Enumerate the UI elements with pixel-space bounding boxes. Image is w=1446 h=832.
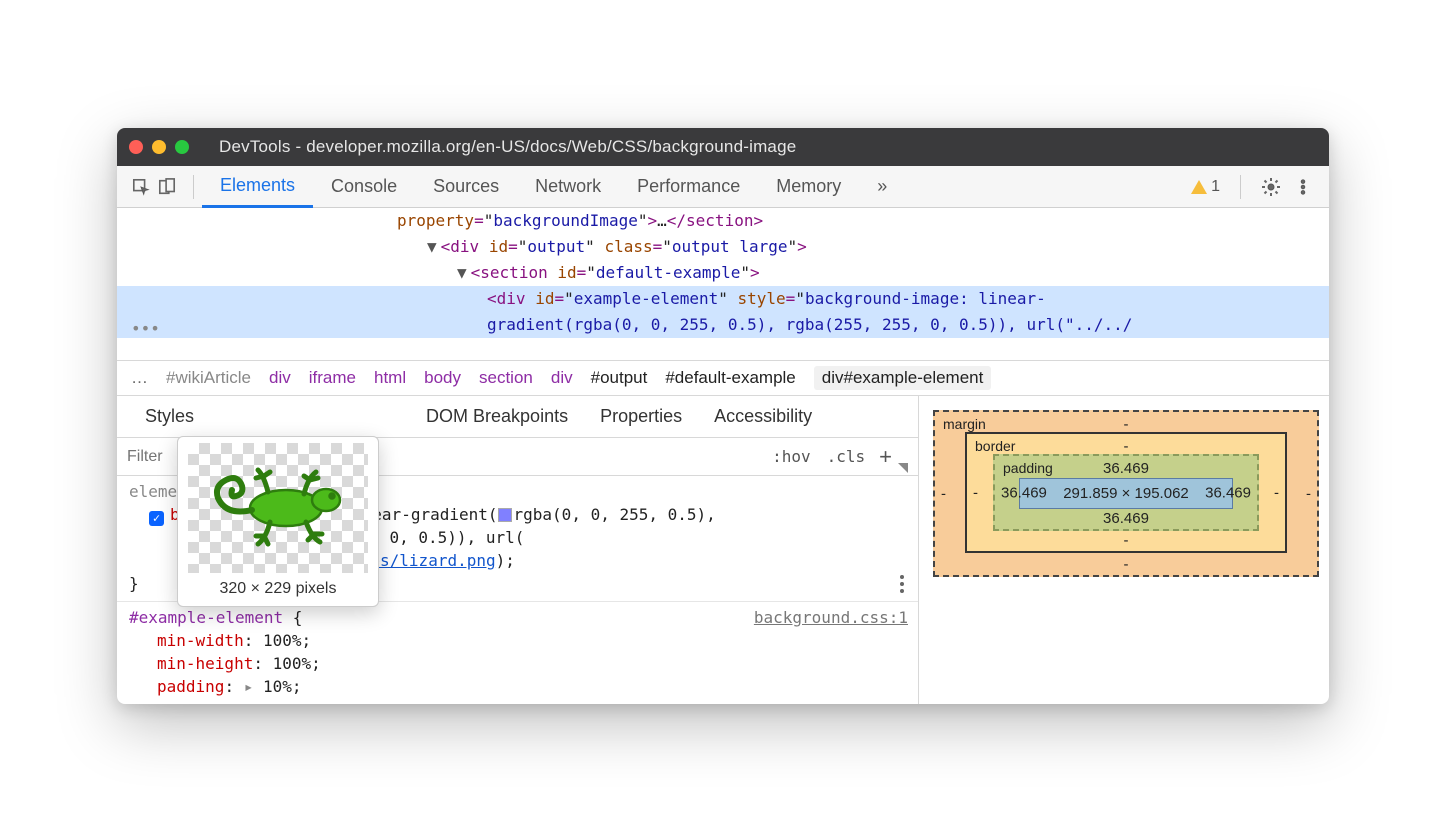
- breadcrumb-item[interactable]: div: [551, 368, 573, 388]
- breadcrumb-item[interactable]: div: [269, 368, 291, 388]
- panel-tabs: Elements Console Sources Network Perform…: [202, 166, 1181, 208]
- property-checkbox[interactable]: [149, 511, 164, 526]
- tab-elements[interactable]: Elements: [202, 166, 313, 208]
- subtab-accessibility[interactable]: Accessibility: [698, 406, 828, 427]
- breadcrumb-item-selected[interactable]: div#example-element: [814, 366, 992, 390]
- breadcrumb-overflow[interactable]: …: [131, 368, 148, 388]
- cls-toggle[interactable]: .cls: [819, 447, 874, 466]
- css-property-name[interactable]: min-width: [157, 631, 244, 650]
- lizard-icon: [208, 458, 348, 558]
- device-toolbar-icon[interactable]: [157, 177, 177, 197]
- warning-count: 1: [1211, 178, 1220, 196]
- styles-rules: 320 × 229 pixels element.style { backgro…: [117, 476, 918, 704]
- box-model[interactable]: margin - - - border - - - padding 36.469: [933, 410, 1319, 577]
- add-rule-button[interactable]: +: [873, 444, 898, 470]
- content-size[interactable]: 291.859 × 195.062: [1019, 478, 1233, 509]
- rule-source-link[interactable]: background.css:1: [754, 606, 908, 629]
- breadcrumb-item[interactable]: #output: [591, 368, 648, 388]
- breadcrumb-item[interactable]: section: [479, 368, 533, 388]
- css-rule-example-element[interactable]: background.css:1 #example-element { min-…: [117, 602, 918, 704]
- subtab-dom-breakpoints[interactable]: DOM Breakpoints: [410, 406, 584, 427]
- window-controls: [129, 140, 189, 154]
- styles-panel: Styles DOM Breakpoints Properties Access…: [117, 396, 1329, 704]
- padding-label: padding: [1003, 460, 1053, 476]
- dom-ellipsis[interactable]: •••: [117, 318, 1329, 340]
- margin-left[interactable]: -: [941, 485, 946, 502]
- css-property-name[interactable]: padding: [157, 677, 224, 696]
- close-window-button[interactable]: [129, 140, 143, 154]
- margin-label: margin: [943, 416, 986, 432]
- preview-thumbnail: [188, 443, 368, 573]
- box-model-panel: margin - - - border - - - padding 36.469: [919, 396, 1329, 704]
- dom-line[interactable]: property="backgroundImage">…</section>: [117, 208, 1329, 234]
- padding-bottom[interactable]: 36.469: [1103, 510, 1149, 527]
- breadcrumb-item[interactable]: body: [424, 368, 461, 388]
- margin-bottom[interactable]: -: [1124, 556, 1129, 573]
- tab-performance[interactable]: Performance: [619, 166, 758, 208]
- dom-line[interactable]: ▼<div id="output" class="output large">: [117, 234, 1329, 260]
- main-toolbar: Elements Console Sources Network Perform…: [117, 166, 1329, 208]
- styles-subtabs: Styles DOM Breakpoints Properties Access…: [117, 396, 918, 438]
- tabs-overflow[interactable]: »: [859, 166, 905, 208]
- border-label: border: [975, 438, 1015, 454]
- padding-right[interactable]: 36.469: [1205, 484, 1251, 501]
- tab-console[interactable]: Console: [313, 166, 415, 208]
- padding-left[interactable]: 36.469: [1001, 484, 1047, 501]
- subtab-properties[interactable]: Properties: [584, 406, 698, 427]
- image-preview-tooltip: 320 × 229 pixels: [177, 436, 379, 607]
- hov-toggle[interactable]: :hov: [764, 447, 819, 466]
- rule-selector: #example-element: [129, 608, 283, 627]
- rule-more-menu[interactable]: [900, 575, 904, 593]
- titlebar: DevTools - developer.mozilla.org/en-US/d…: [117, 128, 1329, 166]
- resize-corner-icon[interactable]: [898, 463, 908, 473]
- tab-network[interactable]: Network: [517, 166, 619, 208]
- warning-icon: [1191, 180, 1207, 194]
- more-menu-icon[interactable]: [1293, 177, 1313, 197]
- breadcrumb-item[interactable]: html: [374, 368, 406, 388]
- border-left[interactable]: -: [973, 484, 978, 501]
- breadcrumb: … #wikiArticle div iframe html body sect…: [117, 360, 1329, 396]
- preview-caption: 320 × 229 pixels: [188, 573, 368, 600]
- margin-right[interactable]: -: [1306, 485, 1311, 502]
- dom-tree[interactable]: property="backgroundImage">…</section> ▼…: [117, 208, 1329, 360]
- tab-sources[interactable]: Sources: [415, 166, 517, 208]
- css-property-name[interactable]: min-height: [157, 654, 253, 673]
- border-bottom[interactable]: -: [1124, 532, 1129, 549]
- padding-top[interactable]: 36.469: [1103, 460, 1149, 477]
- minimize-window-button[interactable]: [152, 140, 166, 154]
- subtab-styles[interactable]: Styles: [129, 406, 210, 427]
- breadcrumb-item[interactable]: #wikiArticle: [166, 368, 251, 388]
- zoom-window-button[interactable]: [175, 140, 189, 154]
- color-swatch[interactable]: [498, 508, 512, 522]
- inspect-element-icon[interactable]: [131, 177, 151, 197]
- dom-line[interactable]: ▼<section id="default-example">: [117, 260, 1329, 286]
- warnings-badge[interactable]: 1: [1191, 178, 1220, 196]
- window-title: DevTools - developer.mozilla.org/en-US/d…: [219, 137, 796, 157]
- margin-top[interactable]: -: [1124, 416, 1129, 433]
- tab-memory[interactable]: Memory: [758, 166, 859, 208]
- devtools-window: DevTools - developer.mozilla.org/en-US/d…: [117, 128, 1329, 704]
- settings-icon[interactable]: [1261, 177, 1281, 197]
- border-top[interactable]: -: [1124, 438, 1129, 455]
- breadcrumb-item[interactable]: #default-example: [665, 368, 795, 388]
- dom-line-selected[interactable]: <div id="example-element" style="backgro…: [117, 286, 1329, 312]
- breadcrumb-item[interactable]: iframe: [309, 368, 356, 388]
- border-right[interactable]: -: [1274, 484, 1279, 501]
